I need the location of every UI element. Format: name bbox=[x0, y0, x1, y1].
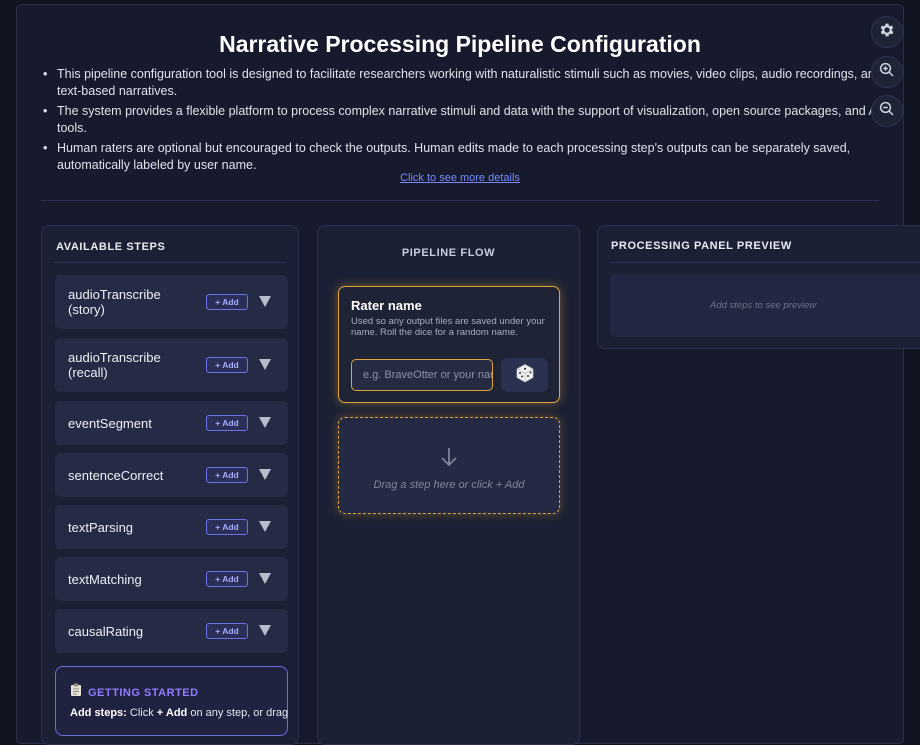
panel-title: PIPELINE FLOW bbox=[401, 247, 496, 259]
drop-zone-text: Drag a step here or click + Add bbox=[373, 479, 525, 491]
chevron-down-icon[interactable] bbox=[259, 296, 271, 307]
step-label: eventSegment bbox=[68, 415, 152, 431]
chevron-down-icon[interactable] bbox=[259, 625, 271, 636]
divider bbox=[54, 262, 286, 263]
chevron-down-icon[interactable] bbox=[259, 469, 271, 480]
zoom-in-button[interactable] bbox=[871, 56, 903, 88]
settings-button[interactable] bbox=[871, 16, 903, 48]
rater-name-card: Rater name Used so any output files are … bbox=[338, 286, 560, 403]
rater-title: Rater name bbox=[351, 298, 422, 313]
intro-bullet: This pipeline configuration tool is desi… bbox=[43, 66, 887, 100]
processing-preview-panel: PROCESSING PANEL PREVIEW Add steps to se… bbox=[597, 225, 920, 349]
add-step-button[interactable]: + Add bbox=[206, 519, 248, 535]
intro-bullet: The system provides a flexible platform … bbox=[43, 103, 887, 137]
step-card-textmatching[interactable]: textMatching + Add bbox=[55, 557, 288, 601]
step-label: causalRating bbox=[68, 623, 144, 639]
zoom-in-icon bbox=[878, 61, 896, 84]
random-name-button[interactable] bbox=[501, 358, 548, 392]
panel-title: AVAILABLE STEPS bbox=[56, 241, 166, 253]
getting-started-box: GETTING STARTED Add steps: Click + Add o… bbox=[55, 666, 288, 736]
step-label: audioTranscribe (recall) bbox=[68, 350, 161, 380]
add-step-button[interactable]: + Add bbox=[206, 571, 248, 587]
step-card-textparsing[interactable]: textParsing + Add bbox=[55, 505, 288, 549]
step-card-eventsegment[interactable]: eventSegment + Add bbox=[55, 401, 288, 445]
page-title: Narrative Processing Pipeline Configurat… bbox=[219, 31, 701, 57]
chevron-down-icon[interactable] bbox=[259, 521, 271, 532]
zoom-out-button[interactable] bbox=[871, 95, 903, 127]
divider bbox=[41, 200, 879, 201]
intro-bullet: Human raters are optional but encouraged… bbox=[43, 140, 887, 174]
preview-empty-text: Add steps to see preview bbox=[710, 300, 817, 311]
rater-help-text: Used so any output files are saved under… bbox=[351, 316, 545, 338]
add-step-button[interactable]: + Add bbox=[206, 357, 248, 373]
preview-area: Add steps to see preview bbox=[610, 274, 920, 337]
clipboard-icon bbox=[70, 683, 82, 699]
step-label: textMatching bbox=[68, 571, 142, 587]
panel-title: PROCESSING PANEL PREVIEW bbox=[611, 240, 792, 252]
add-step-button[interactable]: + Add bbox=[206, 623, 248, 639]
add-step-button[interactable]: + Add bbox=[206, 294, 248, 310]
step-label: textParsing bbox=[68, 519, 134, 535]
dice-icon bbox=[515, 363, 535, 388]
details-link[interactable]: Click to see more details bbox=[17, 172, 903, 184]
pipeline-drop-zone[interactable]: Drag a step here or click + Add bbox=[338, 417, 560, 514]
step-card-sentencecorrect[interactable]: sentenceCorrect + Add bbox=[55, 453, 288, 497]
getting-started-title: GETTING STARTED bbox=[88, 687, 199, 699]
arrow-down-icon bbox=[339, 446, 559, 474]
chevron-down-icon[interactable] bbox=[259, 417, 271, 428]
gear-icon bbox=[878, 21, 896, 44]
chevron-down-icon[interactable] bbox=[259, 573, 271, 584]
getting-started-heading: GETTING STARTED bbox=[70, 683, 199, 699]
step-card-audiotranscribe-recall[interactable]: audioTranscribe (recall) + Add bbox=[55, 338, 288, 392]
step-card-causalrating[interactable]: causalRating + Add bbox=[55, 609, 288, 653]
getting-started-text: Add steps: Click + Add on any step, or d… bbox=[70, 707, 289, 719]
pipeline-flow-panel: PIPELINE FLOW Rater name Used so any out… bbox=[317, 225, 580, 745]
step-label: audioTranscribe (story) bbox=[68, 287, 161, 317]
zoom-out-icon bbox=[878, 100, 896, 123]
available-steps-panel: AVAILABLE STEPS audioTranscribe (story) … bbox=[41, 225, 299, 745]
rater-name-input[interactable] bbox=[351, 359, 493, 391]
add-step-button[interactable]: + Add bbox=[206, 415, 248, 431]
divider bbox=[610, 262, 920, 263]
intro-list: This pipeline configuration tool is desi… bbox=[43, 66, 887, 177]
chevron-down-icon[interactable] bbox=[259, 359, 271, 370]
step-card-audiotranscribe-story[interactable]: audioTranscribe (story) + Add bbox=[55, 275, 288, 329]
step-label: sentenceCorrect bbox=[68, 467, 164, 483]
add-step-button[interactable]: + Add bbox=[206, 467, 248, 483]
